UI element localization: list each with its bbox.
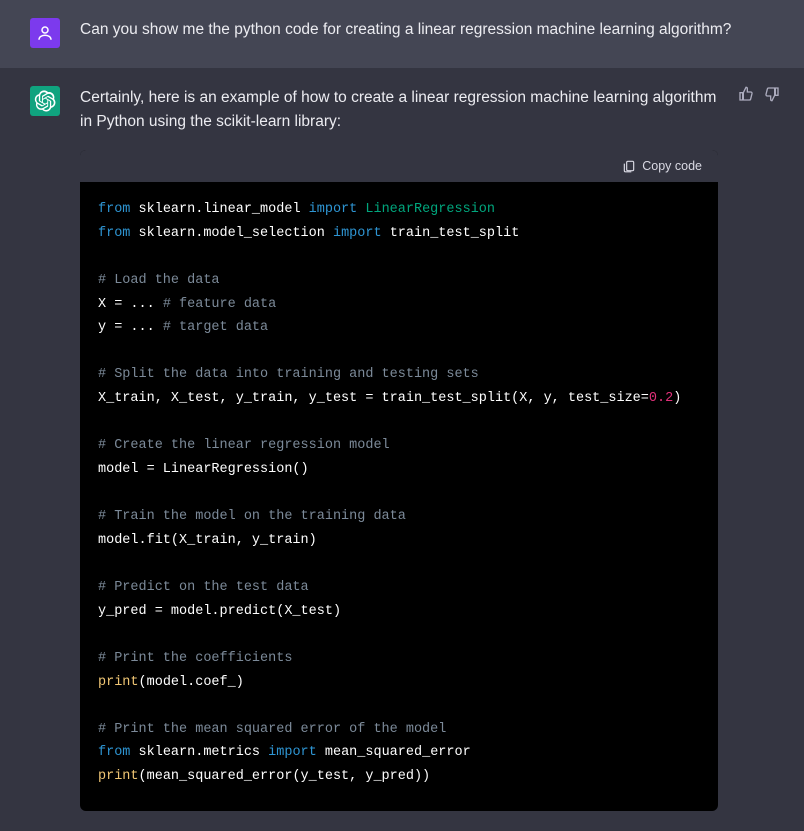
clipboard-icon bbox=[622, 159, 636, 173]
code-block: Copy code from sklearn.linear_model impo… bbox=[80, 150, 718, 811]
thumbs-up-icon[interactable] bbox=[738, 86, 754, 102]
assistant-content: Certainly, here is an example of how to … bbox=[80, 86, 718, 811]
copy-code-button[interactable]: Copy code bbox=[622, 159, 702, 173]
user-message-row: Can you show me the python code for crea… bbox=[0, 0, 804, 68]
code-header: Copy code bbox=[80, 150, 718, 182]
assistant-intro-text: Certainly, here is an example of how to … bbox=[80, 86, 718, 134]
user-icon bbox=[36, 24, 54, 42]
thumbs-down-icon[interactable] bbox=[764, 86, 780, 102]
openai-icon bbox=[34, 90, 56, 112]
assistant-message-row: Certainly, here is an example of how to … bbox=[0, 68, 804, 831]
assistant-avatar bbox=[30, 86, 60, 116]
user-message-text: Can you show me the python code for crea… bbox=[80, 18, 780, 48]
feedback-buttons bbox=[738, 86, 780, 811]
copy-code-label: Copy code bbox=[642, 159, 702, 173]
user-avatar bbox=[30, 18, 60, 48]
code-content[interactable]: from sklearn.linear_model import LinearR… bbox=[80, 182, 718, 811]
